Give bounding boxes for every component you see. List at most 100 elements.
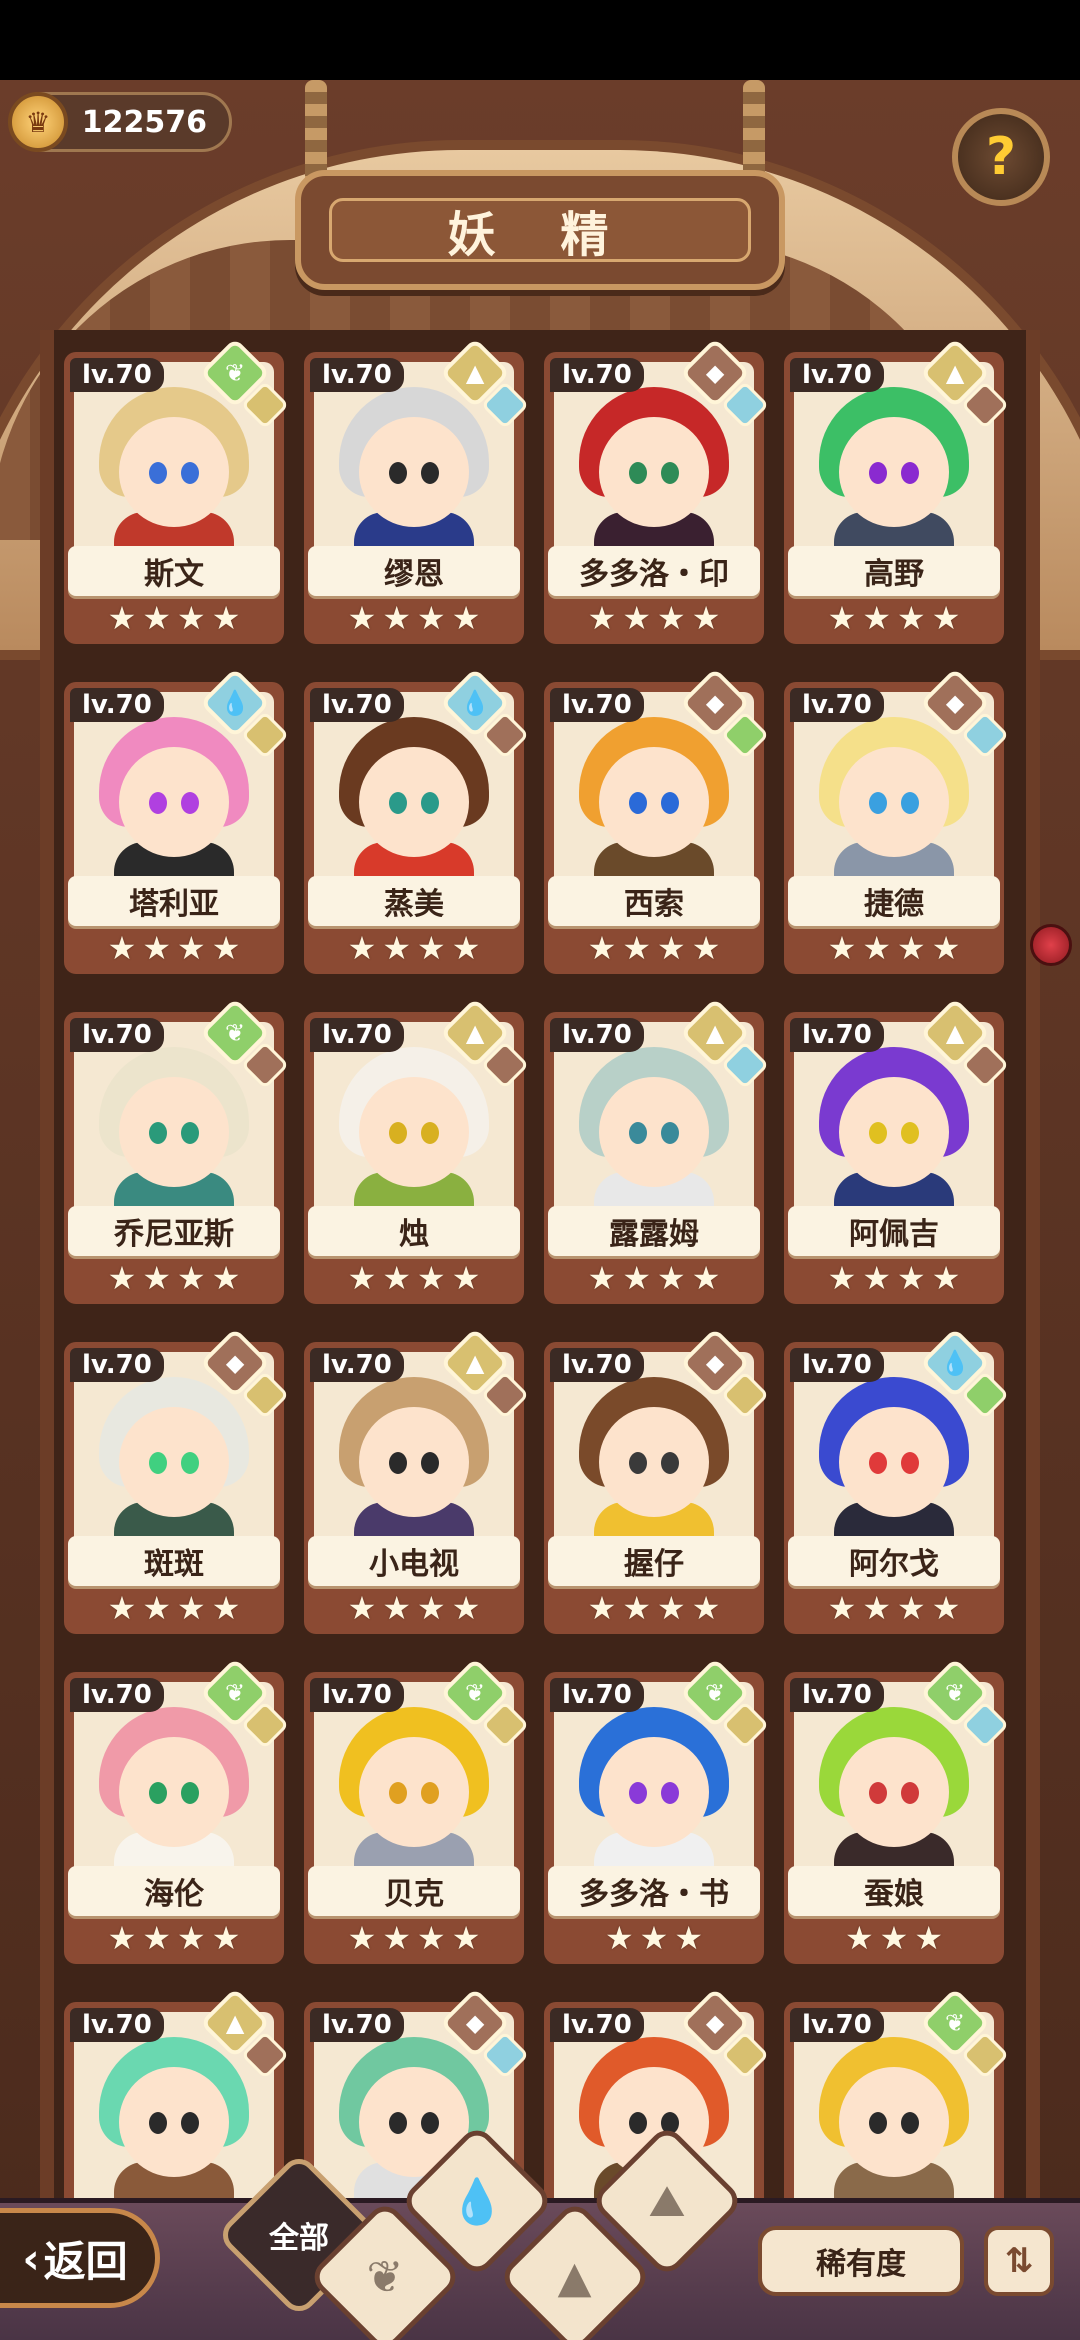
star-icon: ★ (451, 599, 481, 637)
fairy-face (119, 1407, 229, 1517)
sprout-icon: ❦ (944, 2008, 966, 2037)
fairy-card[interactable]: lv.70 ◆ 握仔 ★ ★ ★ ★ (538, 1327, 770, 1640)
star-rating: ★ ★ ★ ★ (550, 1258, 758, 1298)
mountain-icon: ▲ (945, 1019, 965, 1047)
level-badge: lv.70 (310, 688, 404, 722)
fairy-face (599, 1737, 709, 1847)
fairy-name-banner: 阿佩吉 (788, 1206, 1000, 1256)
fairy-name-banner: 多多洛・印 (548, 546, 760, 596)
fairy-card[interactable]: lv.70 ◆ 捷德 ★ ★ ★ ★ (778, 667, 1010, 980)
fairy-card[interactable]: lv.70 ◆ 斑斑 ★ ★ ★ ★ (58, 1327, 290, 1640)
star-icon: ★ (451, 1919, 481, 1957)
sprout-icon: ❦ (224, 1678, 246, 1707)
fairy-name: 高野 (864, 557, 924, 592)
fairy-name: 捷德 (864, 887, 924, 922)
fairy-card[interactable]: lv.70 💧 阿尔戈 ★ ★ ★ ★ (778, 1327, 1010, 1640)
level-badge: lv.70 (790, 358, 884, 392)
star-icon: ★ (142, 1259, 171, 1297)
fairy-card[interactable]: lv.70 ❦ 斯文 ★ ★ ★ ★ (58, 337, 290, 650)
fairy-card[interactable]: lv.70 ❦ 海伦 ★ ★ ★ ★ (58, 1657, 290, 1970)
star-icon: ★ (347, 1919, 377, 1957)
star-icon: ★ (142, 1919, 171, 1957)
star-icon: ★ (691, 599, 721, 637)
fairy-collection-screen: 妖 精 122576 ♛ ? lv.70 ❦ 斯文 ★ ★ ★ ★ lv.70 … (0, 80, 1080, 2340)
fairy-card[interactable]: lv.70 ❦ 多多洛・书 ★ ★ ★ (538, 1657, 770, 1970)
fairy-eye (181, 462, 199, 484)
sprout-icon: ❦ (944, 1678, 966, 1707)
star-icon: ★ (587, 929, 617, 967)
fairy-name: 多多洛・书 (579, 1877, 729, 1912)
fairy-name-banner: 塔利亚 (68, 876, 280, 926)
fairy-eye (869, 1452, 887, 1474)
fairy-card[interactable]: lv.70 ▲ 高野 ★ ★ ★ ★ (778, 337, 1010, 650)
fairy-name-banner: 阿尔戈 (788, 1536, 1000, 1586)
fairy-eye (181, 1122, 199, 1144)
sort-order-icon: ⇅ (1004, 2241, 1034, 2281)
fairy-eye (421, 2112, 439, 2134)
star-icon: ★ (604, 1919, 634, 1957)
fairy-card[interactable]: lv.70 ▲ 烛 ★ ★ ★ ★ (298, 997, 530, 1310)
mountain-icon: ▲ (705, 1019, 725, 1047)
level-badge: lv.70 (790, 2008, 884, 2042)
star-icon: ★ (931, 599, 961, 637)
star-icon: ★ (622, 599, 651, 637)
star-icon: ★ (657, 599, 686, 637)
fairy-eye (181, 792, 199, 814)
fairy-eye (421, 1452, 439, 1474)
fairy-eye (901, 792, 919, 814)
fairy-card[interactable]: lv.70 ▲ 小电视 ★ ★ ★ ★ (298, 1327, 530, 1640)
star-icon: ★ (862, 1259, 891, 1297)
rarity-sort-button[interactable]: 稀有度 (758, 2226, 964, 2296)
back-button[interactable]: ‹ 返回 (0, 2208, 160, 2308)
star-rating: ★ ★ ★ ★ (310, 928, 518, 968)
star-icon: ★ (142, 599, 171, 637)
fairy-card[interactable]: lv.70 ▲ 露露姆 ★ ★ ★ ★ (538, 997, 770, 1310)
star-rating: ★ ★ ★ ★ (790, 1588, 998, 1628)
level-badge: lv.70 (70, 1018, 164, 1052)
fairy-card[interactable]: lv.70 💧 蒸美 ★ ★ ★ ★ (298, 667, 530, 980)
star-icon: ★ (107, 1259, 137, 1297)
star-rating: ★ ★ ★ ★ (310, 598, 518, 638)
fairy-card[interactable]: lv.70 ❦ 乔尼亚斯 ★ ★ ★ ★ (58, 997, 290, 1310)
star-rating: ★ ★ ★ (790, 1918, 998, 1958)
fairy-name-banner: 握仔 (548, 1536, 760, 1586)
fairy-card[interactable]: lv.70 ▲ 缪恩 ★ ★ ★ ★ (298, 337, 530, 650)
fairy-card[interactable]: lv.70 ❦ 贝克 ★ ★ ★ ★ (298, 1657, 530, 1970)
star-icon: ★ (177, 1919, 206, 1957)
star-icon: ★ (382, 1259, 411, 1297)
star-icon: ★ (211, 599, 241, 637)
fairy-card[interactable]: lv.70 ▲ 阿佩吉 ★ ★ ★ ★ (778, 997, 1010, 1310)
fairy-name: 西索 (624, 887, 684, 922)
star-icon: ★ (211, 1589, 241, 1627)
water-icon: 💧 (940, 1348, 970, 1377)
fairy-name-banner: 斯文 (68, 546, 280, 596)
sort-order-button[interactable]: ⇅ (984, 2226, 1054, 2296)
star-icon: ★ (417, 1259, 446, 1297)
star-rating: ★ ★ ★ ★ (70, 598, 278, 638)
fairy-card[interactable]: lv.70 💧 塔利亚 ★ ★ ★ ★ (58, 667, 290, 980)
star-icon: ★ (451, 1589, 481, 1627)
fairy-eye (389, 1782, 407, 1804)
fairy-card[interactable]: lv.70 ◆ 多多洛・印 ★ ★ ★ ★ (538, 337, 770, 650)
sprout-icon: ❦ (366, 2251, 404, 2303)
fairy-name-banner: 蒸美 (308, 876, 520, 926)
fairy-card[interactable]: lv.70 ❦ 蚕娘 ★ ★ ★ (778, 1657, 1010, 1970)
fairy-name: 塔利亚 (129, 887, 219, 922)
star-icon: ★ (622, 929, 651, 967)
fairy-eye (389, 1452, 407, 1474)
star-icon: ★ (691, 1589, 721, 1627)
help-button[interactable]: ? (952, 108, 1050, 206)
fairy-face (599, 417, 709, 527)
star-icon: ★ (142, 1589, 171, 1627)
level-badge: lv.70 (310, 1348, 404, 1382)
level-badge: lv.70 (70, 1348, 164, 1382)
ladybug-scroll-indicator[interactable] (1030, 924, 1072, 966)
star-icon: ★ (382, 1589, 411, 1627)
mountain-icon: ▲ (558, 2251, 592, 2303)
back-label: 返回 (43, 2236, 128, 2286)
star-rating: ★ ★ ★ ★ (70, 928, 278, 968)
fairy-card[interactable]: lv.70 ◆ 西索 ★ ★ ★ ★ (538, 667, 770, 980)
fairy-face (359, 1077, 469, 1187)
fairy-name-banner: 乔尼亚斯 (68, 1206, 280, 1256)
star-icon: ★ (382, 1919, 411, 1957)
